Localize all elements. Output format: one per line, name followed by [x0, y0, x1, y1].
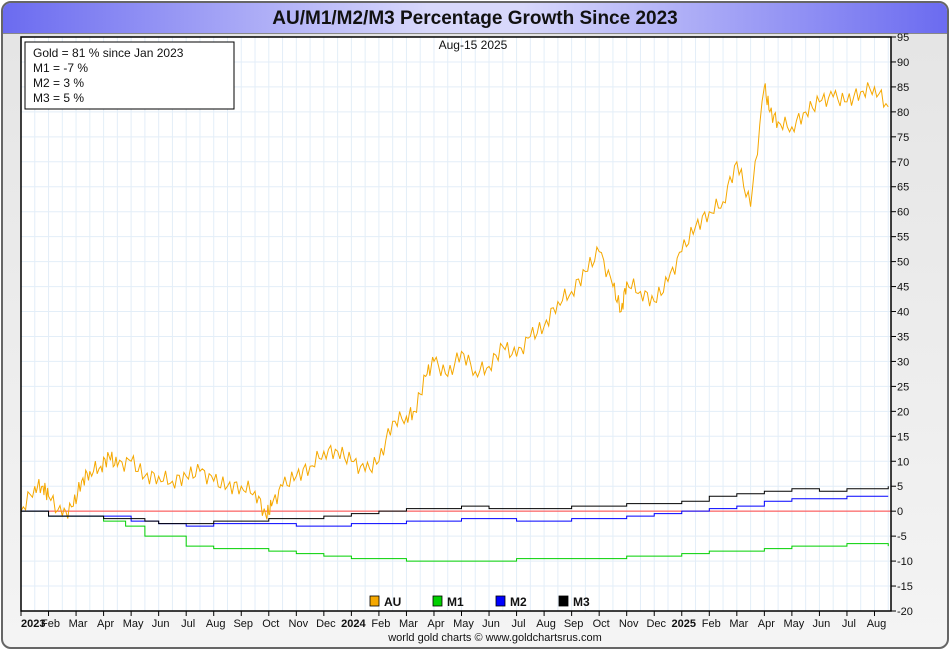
x-tick-label: Mar [729, 618, 748, 630]
y-tick-label: 45 [897, 282, 909, 294]
x-tick-label: Dec [316, 618, 336, 630]
x-tick-label: Apr [97, 618, 114, 630]
x-tick-label: 2024 [341, 618, 366, 630]
y-tick-label: 70 [897, 157, 909, 169]
y-tick-label: 20 [897, 406, 909, 418]
y-tick-label: 75 [897, 132, 909, 144]
y-tick-label: 50 [897, 257, 909, 269]
y-tick-label: 90 [897, 57, 909, 69]
x-tick-label: Mar [69, 618, 88, 630]
y-tick-label: -10 [897, 556, 913, 568]
summary-line: Gold = 81 % since Jan 2023 [33, 46, 184, 60]
y-tick-label: 65 [897, 182, 909, 194]
x-tick-label: Aug [536, 618, 556, 630]
y-tick-label: 60 [897, 207, 909, 219]
x-tick-label: 2025 [672, 618, 696, 630]
x-tick-label: Sep [564, 618, 584, 630]
x-tick-label: May [453, 618, 474, 630]
x-tick-label: Aug [206, 618, 226, 630]
x-tick-label: Jul [181, 618, 195, 630]
x-tick-label: Jul [842, 618, 856, 630]
x-tick-label: Jun [152, 618, 170, 630]
legend-swatch-m3 [558, 595, 569, 607]
x-tick-label: May [783, 618, 804, 630]
legend-label-m2: M2 [510, 595, 527, 609]
x-tick-label: Nov [619, 618, 639, 630]
x-tick-label: Feb [702, 618, 721, 630]
y-tick-label: -15 [897, 581, 913, 593]
y-tick-label: 15 [897, 431, 909, 443]
x-tick-label: Aug [867, 618, 887, 630]
y-tick-label: 40 [897, 307, 909, 319]
y-tick-label: -20 [897, 606, 913, 618]
summary-line: M2 = 3 % [33, 76, 84, 90]
y-tick-label: -5 [897, 531, 907, 543]
y-tick-label: 5 [897, 481, 903, 493]
date-label: Aug-15 2025 [439, 38, 508, 52]
y-tick-label: 30 [897, 356, 909, 368]
x-tick-label: Oct [593, 618, 610, 630]
chart: -20-15-10-505101520253035404550556065707… [20, 32, 913, 644]
summary-line: M1 = -7 % [33, 61, 88, 75]
legend-label-m1: M1 [447, 595, 464, 609]
y-tick-label: 25 [897, 381, 909, 393]
y-tick-label: 55 [897, 232, 909, 244]
x-tick-label: Oct [262, 618, 279, 630]
legend-swatch-m1 [432, 595, 443, 607]
y-tick-label: 95 [897, 32, 909, 44]
plot-area [21, 37, 891, 611]
legend-swatch-m2 [495, 595, 506, 607]
y-tick-label: 85 [897, 82, 909, 94]
x-tick-label: Jun [813, 618, 831, 630]
y-tick-label: 80 [897, 107, 909, 119]
x-tick-label: Sep [233, 618, 253, 630]
x-tick-label: Mar [399, 618, 418, 630]
legend-label-m3: M3 [573, 595, 590, 609]
credit-text: world gold charts © www.goldchartsrus.co… [387, 632, 602, 644]
x-tick-label: Apr [427, 618, 444, 630]
legend-swatch-au [369, 595, 380, 607]
x-tick-label: Nov [289, 618, 309, 630]
x-tick-label: Feb [41, 618, 60, 630]
x-tick-label: Apr [758, 618, 775, 630]
y-tick-label: 10 [897, 456, 909, 468]
x-tick-label: Feb [371, 618, 390, 630]
y-tick-label: 0 [897, 506, 903, 518]
x-tick-label: May [123, 618, 144, 630]
x-tick-label: Jun [482, 618, 500, 630]
summary-line: M3 = 5 % [33, 91, 84, 105]
legend-label-au: AU [384, 595, 401, 609]
y-tick-label: 35 [897, 331, 909, 343]
x-tick-label: Dec [646, 618, 666, 630]
x-tick-label: Jul [512, 618, 526, 630]
